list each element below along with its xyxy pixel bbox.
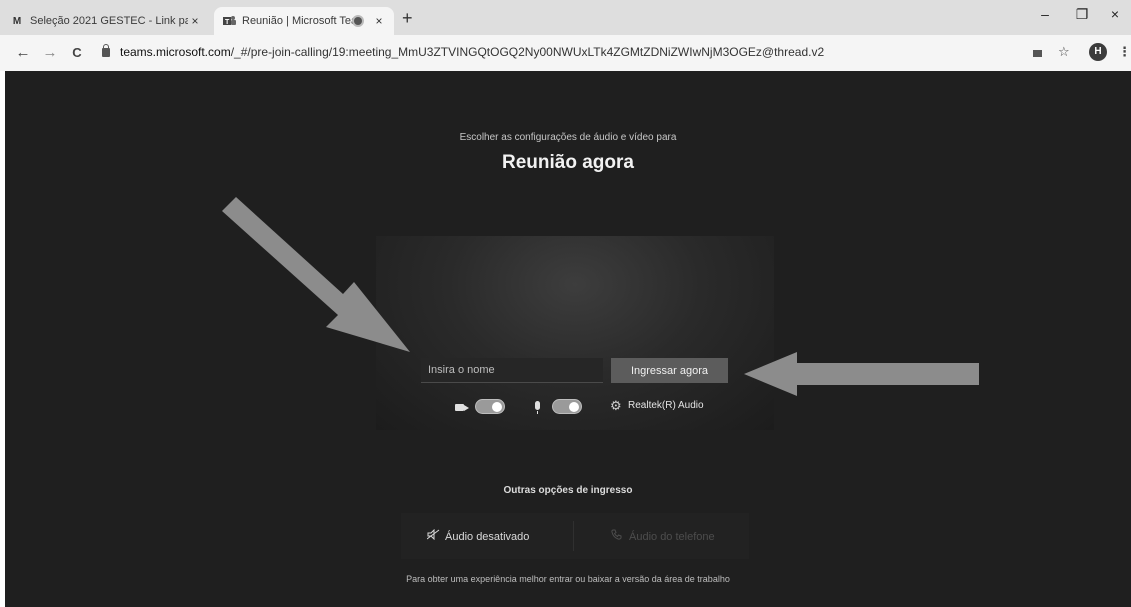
options-divider [573, 521, 574, 551]
camera-icon [455, 404, 469, 411]
other-join-options-title: Outras opções de ingresso [503, 485, 633, 496]
svg-text:T: T [225, 19, 230, 26]
gear-icon[interactable]: ⚙ [610, 399, 622, 413]
profile-avatar[interactable]: H [1089, 43, 1107, 61]
device-settings-label[interactable]: Realtek(R) Audio [628, 400, 704, 411]
tab-bar: M Seleção 2021 GESTEC - Link para × T Re… [0, 0, 1131, 35]
url-field[interactable]: teams.microsoft.com/_#/pre-join-calling/… [102, 44, 825, 59]
tab-close-icon[interactable]: × [188, 14, 202, 28]
browser-menu-icon[interactable]: ⋮ [1118, 44, 1131, 60]
audio-off-label: Áudio desativado [445, 531, 530, 543]
gmail-icon: M [12, 15, 22, 27]
recording-indicator-icon [354, 17, 362, 25]
microphone-icon [535, 401, 540, 414]
join-now-button[interactable]: Ingressar agora [611, 358, 728, 383]
prejoin-subtitle: Escolher as configurações de áudio e víd… [459, 132, 677, 143]
camera-in-use-icon[interactable] [1033, 50, 1042, 57]
close-window-button[interactable]: × [1105, 6, 1125, 22]
url-path: /_#/pre-join-calling/19:meeting_MmU3ZTVI… [230, 45, 825, 59]
minimize-button[interactable]: – [1035, 6, 1055, 22]
back-button[interactable]: ← [14, 44, 32, 61]
other-join-options: Áudio desativado Áudio do telefone [401, 513, 749, 559]
audio-off-option[interactable]: Áudio desativado [426, 528, 530, 543]
restore-button[interactable]: ❐ [1072, 6, 1092, 23]
meeting-title: Reunião agora [502, 152, 634, 173]
tab-title: Reunião | Microsoft Teams [242, 15, 354, 27]
phone-icon [611, 529, 625, 543]
tab-close-icon[interactable]: × [372, 14, 386, 28]
video-preview: Ingressar agora ⚙ Realtek(R) Audio [376, 236, 774, 430]
url-host: teams.microsoft.com [120, 45, 231, 59]
reload-button[interactable]: C [68, 45, 86, 60]
tab-gmail[interactable]: M Seleção 2021 GESTEC - Link para × [10, 7, 210, 35]
address-bar: ← → C teams.microsoft.com/_#/pre-join-ca… [0, 35, 1131, 71]
lock-icon [102, 44, 110, 57]
bookmark-star-icon[interactable]: ☆ [1058, 44, 1070, 60]
forward-button[interactable]: → [41, 44, 59, 61]
new-tab-button[interactable]: + [402, 9, 413, 27]
camera-toggle[interactable] [475, 399, 505, 414]
speaker-muted-icon [426, 528, 441, 543]
tab-title: Seleção 2021 GESTEC - Link para [30, 15, 188, 27]
phone-audio-option[interactable]: Áudio do telefone [611, 529, 715, 543]
footer-text: Para obter uma experiência melhor entrar… [406, 574, 730, 584]
teams-prejoin-screen: Escolher as configurações de áudio e víd… [5, 71, 1131, 607]
teams-icon: T [222, 15, 236, 27]
tab-teams[interactable]: T Reunião | Microsoft Teams × [214, 7, 394, 35]
name-input[interactable] [421, 358, 603, 383]
microphone-toggle[interactable] [552, 399, 582, 414]
phone-audio-label: Áudio do telefone [629, 531, 715, 543]
